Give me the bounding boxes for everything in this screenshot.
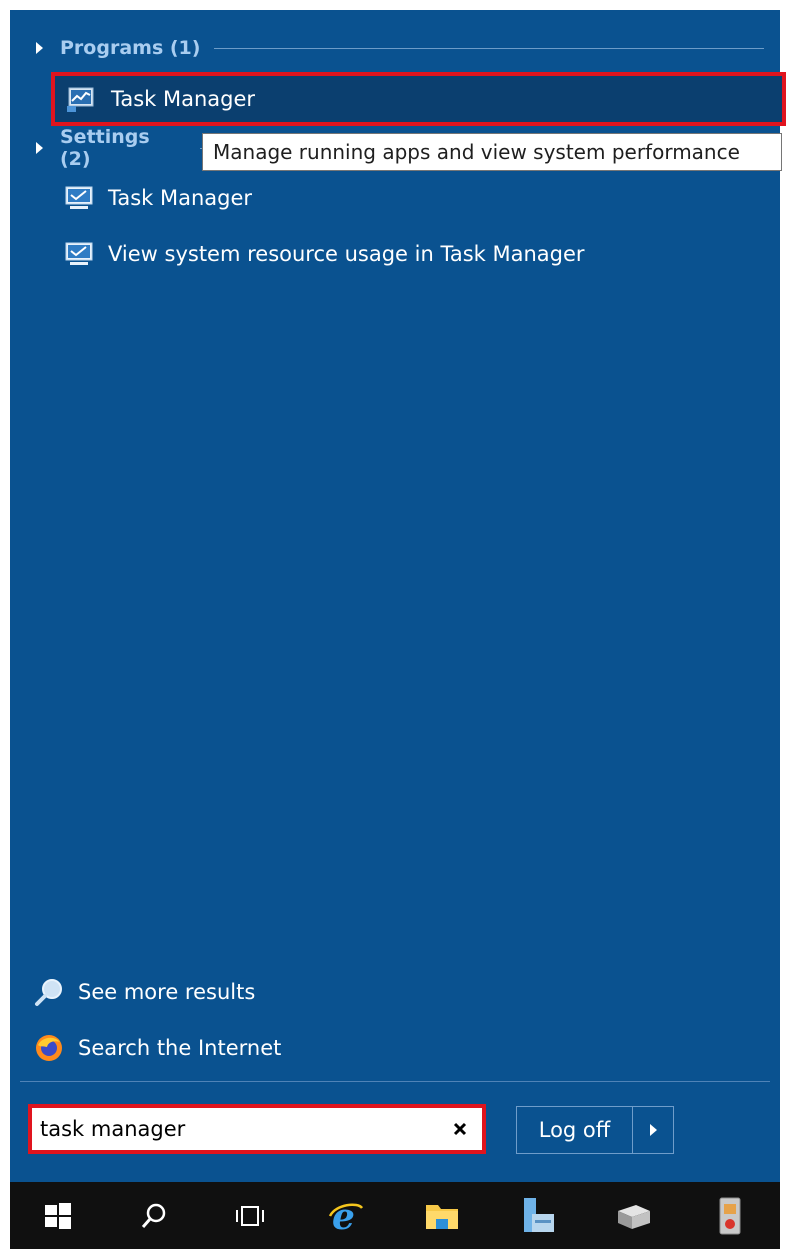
task-view-button[interactable] xyxy=(202,1182,298,1249)
see-more-results-label: See more results xyxy=(78,980,256,1004)
server-manager-button[interactable] xyxy=(490,1182,586,1249)
svg-text:e: e xyxy=(332,1198,355,1234)
monitor-settings-icon xyxy=(65,242,93,265)
taskbar-search-button[interactable] xyxy=(106,1182,202,1249)
expand-arrow-icon[interactable] xyxy=(36,142,43,154)
expand-arrow-icon[interactable] xyxy=(36,42,43,54)
settings-item-task-manager[interactable]: Task Manager xyxy=(64,176,252,220)
windows-start-icon xyxy=(45,1202,71,1229)
task-view-icon xyxy=(236,1205,264,1226)
settings-header-label: Settings (2) xyxy=(60,126,150,170)
group-divider xyxy=(214,47,765,49)
power-options-button[interactable] xyxy=(633,1107,673,1153)
magnifier-icon xyxy=(35,979,62,1006)
search-icon xyxy=(141,1203,166,1228)
security-icon xyxy=(719,1197,741,1234)
firefox-icon xyxy=(36,1035,62,1061)
close-icon xyxy=(453,1122,467,1136)
monitor-settings-icon xyxy=(65,186,93,209)
server-manager-icon xyxy=(524,1197,554,1232)
settings-item-label: Task Manager xyxy=(108,186,253,210)
settings-item-label: View system resource usage in Task Manag… xyxy=(108,242,585,266)
internet-explorer-icon: e xyxy=(328,1198,364,1234)
programs-header-label: Programs (1) xyxy=(60,37,201,59)
task-manager-icon xyxy=(67,87,94,112)
search-input[interactable] xyxy=(40,1117,442,1141)
internet-explorer-button[interactable]: e xyxy=(298,1182,394,1249)
power-button-group: Log off xyxy=(516,1106,674,1154)
settings-item-view-resource-usage[interactable]: View system resource usage in Task Manag… xyxy=(64,232,585,276)
divider xyxy=(20,1081,770,1082)
tooltip: Manage running apps and view system perf… xyxy=(202,133,782,171)
program-item-label: Task Manager xyxy=(111,87,256,111)
file-explorer-icon xyxy=(426,1204,458,1229)
file-explorer-button[interactable] xyxy=(394,1182,490,1249)
clear-search-button[interactable] xyxy=(442,1111,478,1147)
search-internet-link[interactable]: Search the Internet xyxy=(34,1028,281,1068)
search-internet-label: Search the Internet xyxy=(78,1036,282,1060)
network-icon xyxy=(618,1204,650,1229)
security-tool-button[interactable] xyxy=(682,1182,778,1249)
programs-group-header[interactable]: Programs (1) xyxy=(10,34,780,62)
settings-group-header[interactable]: Settings (2) xyxy=(10,126,210,170)
program-item-task-manager[interactable]: Task Manager xyxy=(51,72,786,126)
start-button[interactable] xyxy=(10,1182,106,1249)
chevron-right-icon xyxy=(649,1124,657,1136)
taskbar: e xyxy=(10,1182,780,1249)
start-menu: Programs (1) Task Manager Settings (2) T… xyxy=(10,10,786,1182)
log-off-button[interactable]: Log off xyxy=(517,1107,633,1153)
network-tool-button[interactable] xyxy=(586,1182,682,1249)
see-more-results-link[interactable]: See more results xyxy=(34,972,255,1012)
search-field[interactable] xyxy=(28,1104,486,1154)
